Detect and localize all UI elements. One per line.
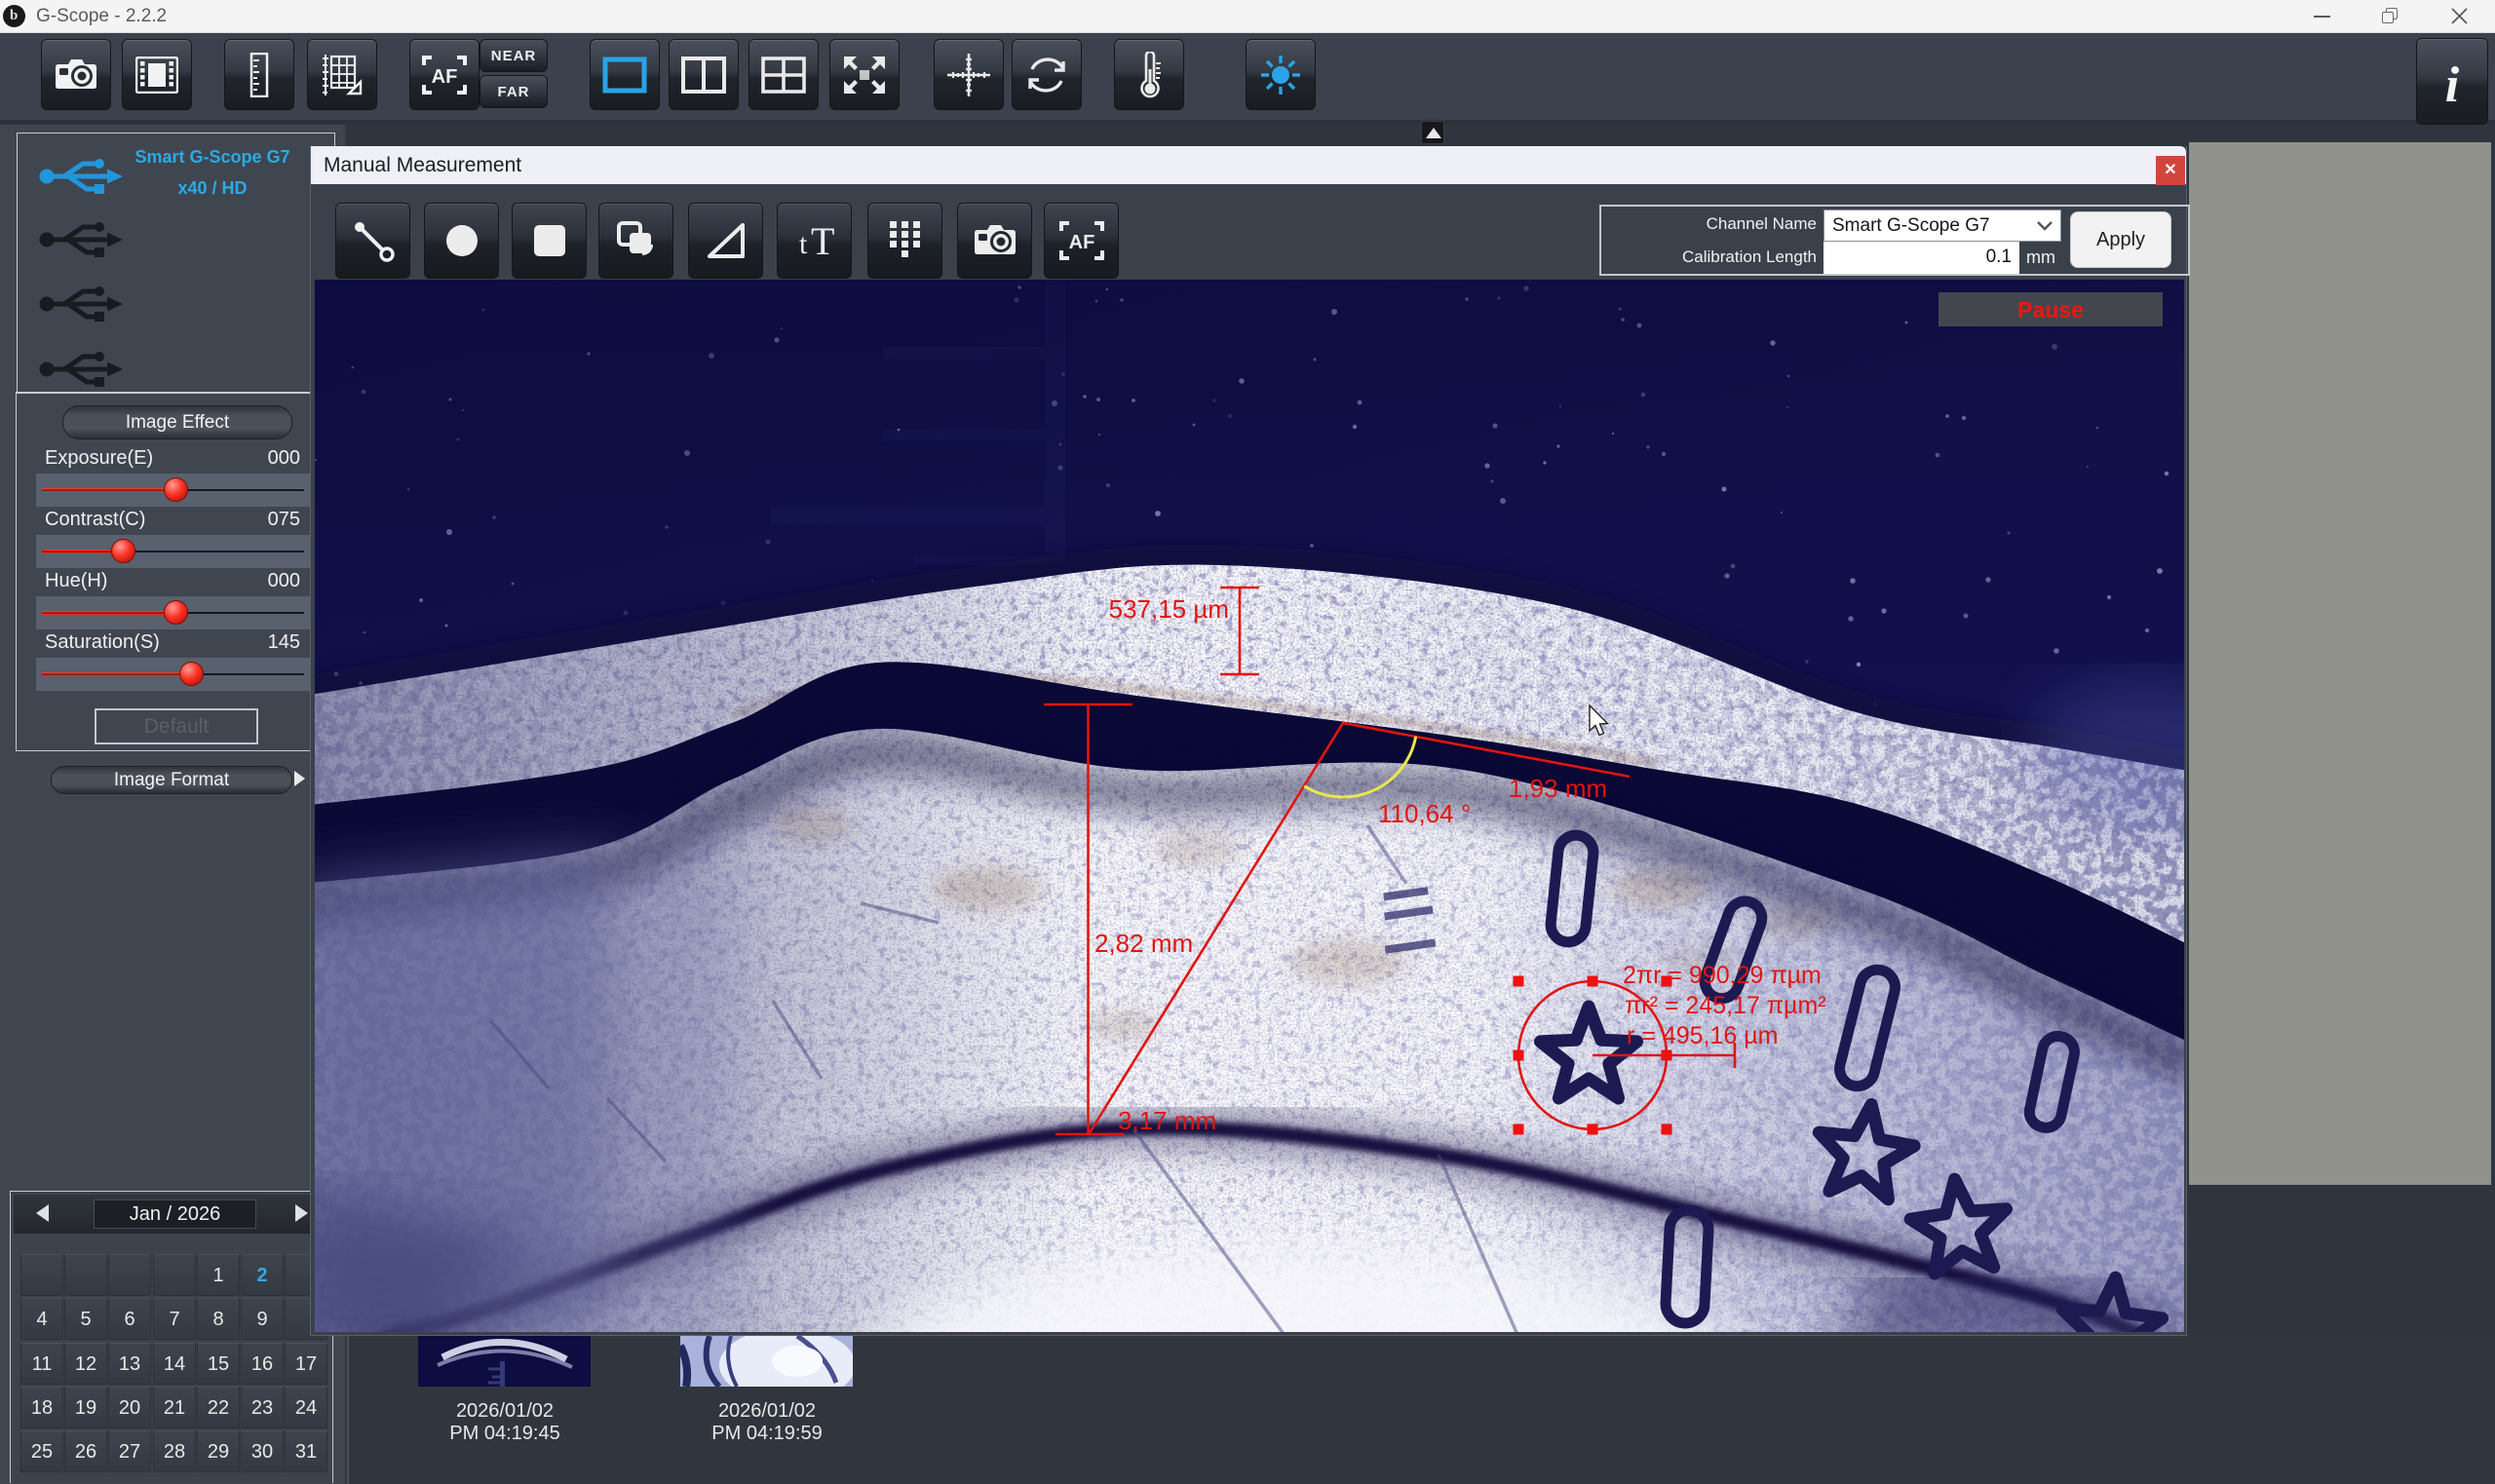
svg-text:AF: AF xyxy=(1068,232,1094,253)
svg-text:r = 495,16 µm: r = 495,16 µm xyxy=(1627,1022,1778,1049)
svg-text:537,15 µm: 537,15 µm xyxy=(1109,594,1229,624)
svg-text:3,17 mm: 3,17 mm xyxy=(1118,1106,1216,1135)
svg-text:110,64 °: 110,64 ° xyxy=(1378,799,1471,828)
svg-text:i: i xyxy=(2445,57,2460,108)
svg-text:2,82 mm: 2,82 mm xyxy=(1094,929,1193,958)
svg-text:T: T xyxy=(811,221,834,260)
svg-text:t: t xyxy=(799,228,808,260)
svg-text:Pause: Pause xyxy=(2017,297,2084,323)
svg-text:AF: AF xyxy=(432,66,458,88)
svg-text:2πr = 990,29 πµm: 2πr = 990,29 πµm xyxy=(1623,962,1822,989)
svg-text:1,93 mm: 1,93 mm xyxy=(1509,774,1607,803)
svg-text:πr² = 245,17 πµm²: πr² = 245,17 πµm² xyxy=(1625,992,1826,1019)
